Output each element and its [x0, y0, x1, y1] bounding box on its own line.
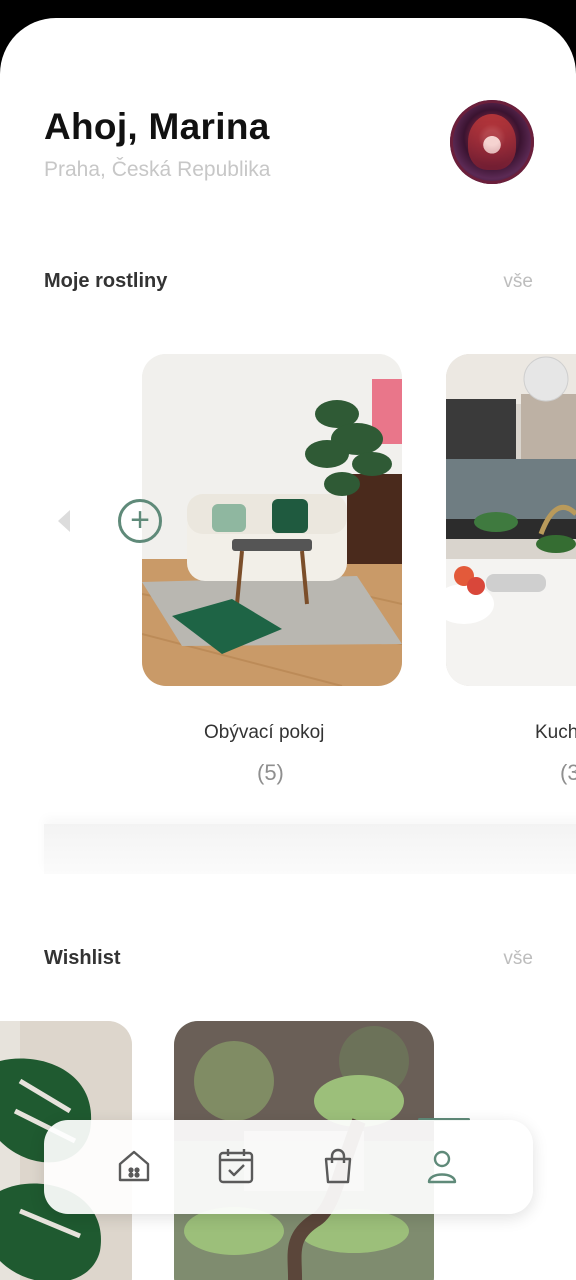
- avatar-portrait: [468, 114, 516, 170]
- carousel-prev-icon[interactable]: [58, 510, 70, 532]
- wishlist-title: Wishlist: [44, 947, 121, 969]
- section-divider: [44, 824, 576, 874]
- location-text: Praha, Česká Republika: [44, 158, 271, 181]
- add-room-button[interactable]: +: [118, 499, 162, 543]
- room-label-kitchen: Kuch: [535, 722, 576, 743]
- avatar[interactable]: [450, 100, 534, 184]
- kitchen-photo: [446, 354, 576, 686]
- my-plants-title: Moje rostliny: [44, 270, 168, 292]
- profile-icon[interactable]: [422, 1146, 462, 1186]
- living-room-photo: [142, 354, 402, 686]
- wishlist-see-all-link[interactable]: vše: [503, 948, 533, 970]
- app-screen: Ahoj, Marina Praha, Česká Republika Moje…: [0, 18, 576, 1280]
- room-count-living-room: (5): [257, 760, 284, 785]
- room-label-living-room: Obývací pokoj: [204, 722, 325, 743]
- calendar-icon[interactable]: [216, 1146, 256, 1186]
- greeting-title: Ahoj, Marina: [44, 106, 270, 147]
- my-plants-see-all-link[interactable]: vše: [503, 271, 533, 293]
- room-count-kitchen: (3: [560, 760, 576, 785]
- bottom-nav: [44, 1120, 533, 1214]
- shopping-bag-icon[interactable]: [318, 1146, 358, 1186]
- home-icon[interactable]: [114, 1146, 154, 1186]
- room-card-living-room[interactable]: [142, 354, 402, 686]
- room-card-kitchen[interactable]: [446, 354, 576, 686]
